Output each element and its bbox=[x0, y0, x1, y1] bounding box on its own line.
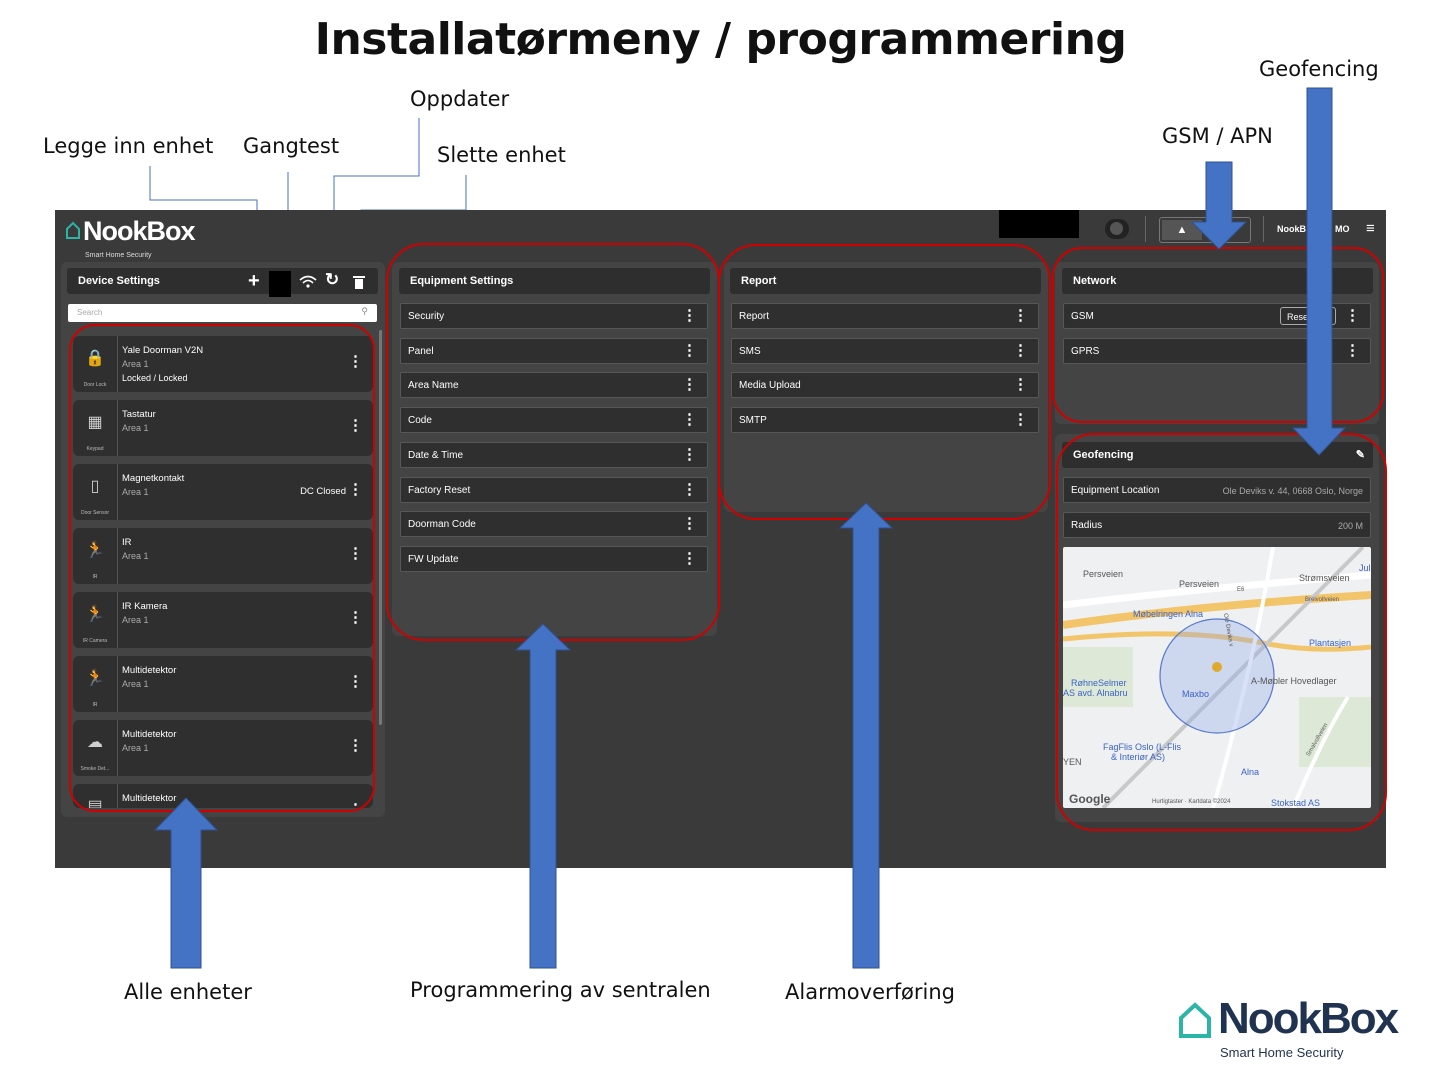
delete-device-icon[interactable] bbox=[353, 275, 365, 289]
annotation-all-devices: Alle enheter bbox=[124, 980, 252, 1004]
annotation-alarm-transmission: Alarmoverføring bbox=[785, 980, 955, 1004]
redaction-block bbox=[999, 210, 1079, 238]
bell-icon: ▲ bbox=[1162, 220, 1202, 240]
refresh-icon[interactable]: ↻ bbox=[325, 270, 339, 290]
highlight-equipment-settings bbox=[386, 243, 720, 641]
menu-icon[interactable]: ≡ bbox=[1366, 220, 1375, 237]
brand-name: NookBox bbox=[1218, 994, 1399, 1043]
redaction-block bbox=[269, 271, 291, 297]
app-logo-name: NookBox bbox=[83, 216, 196, 246]
app-screenshot: NookBox Smart Home Security ▲ NookB MO ≡… bbox=[55, 210, 1387, 868]
moon-icon bbox=[1110, 222, 1123, 235]
highlight-geofencing bbox=[1056, 433, 1387, 831]
search-icon: ⚲ bbox=[361, 306, 368, 316]
house-logo-icon bbox=[1179, 1002, 1211, 1038]
walk-test-icon[interactable] bbox=[299, 275, 317, 289]
house-logo-icon bbox=[66, 221, 80, 239]
annotation-panel-programming: Programmering av sentralen bbox=[410, 978, 711, 1002]
device-settings-title: Device Settings bbox=[78, 275, 160, 287]
user-name[interactable]: NookB bbox=[1277, 224, 1306, 234]
brand-tagline: Smart Home Security bbox=[1220, 1045, 1344, 1060]
brand-footer: NookBox Smart Home Security bbox=[1178, 994, 1408, 1064]
device-search-placeholder: Search bbox=[77, 308, 103, 317]
highlight-devices bbox=[69, 324, 375, 812]
device-list-scrollbar[interactable] bbox=[379, 330, 382, 725]
highlight-report bbox=[718, 244, 1051, 520]
device-search-input[interactable]: Search ⚲ bbox=[68, 304, 377, 322]
divider bbox=[1263, 216, 1264, 242]
theme-toggle[interactable] bbox=[1105, 219, 1129, 239]
add-device-icon[interactable]: + bbox=[248, 270, 260, 292]
user-name-suffix: MO bbox=[1335, 224, 1350, 234]
alarm-control[interactable]: ▲ bbox=[1159, 217, 1251, 243]
divider bbox=[1145, 216, 1146, 242]
app-logo-tagline: Smart Home Security bbox=[85, 252, 152, 259]
highlight-network bbox=[1052, 247, 1384, 423]
